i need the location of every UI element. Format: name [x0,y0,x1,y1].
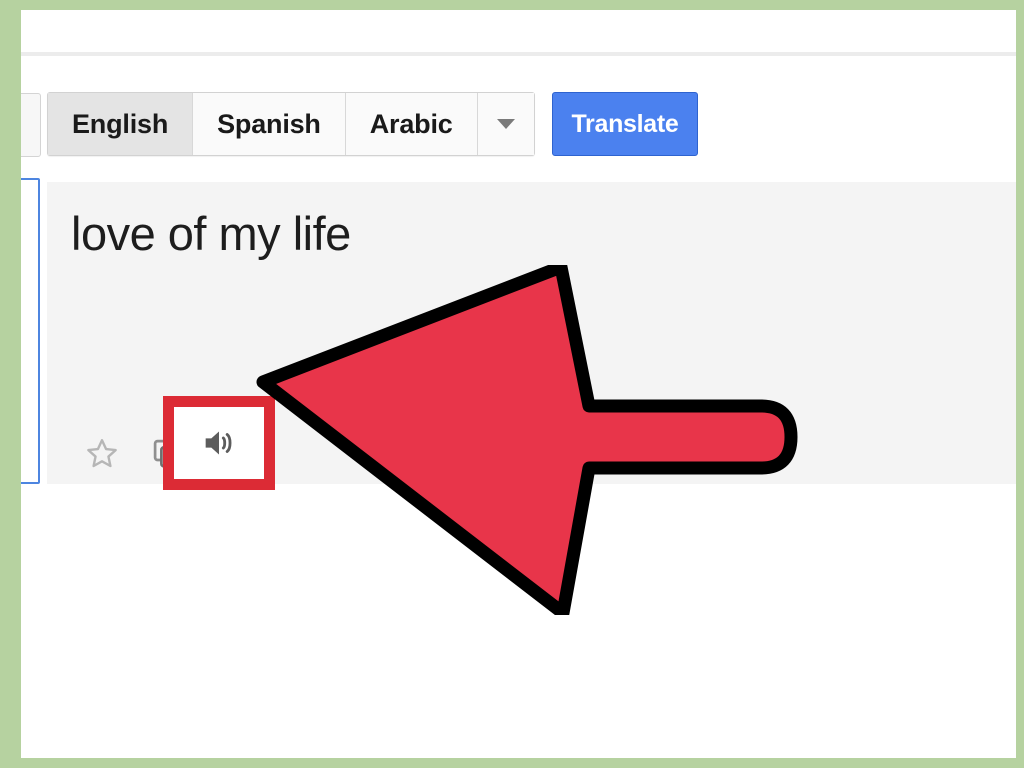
star-icon [87,439,117,468]
language-more-dropdown[interactable] [477,93,534,155]
screenshot-canvas: English Spanish Arabic Translate love of… [0,0,1024,768]
speaker-button[interactable] [174,407,264,479]
chevron-down-icon [496,119,515,129]
language-tab-english[interactable]: English [48,93,194,155]
language-tab-spanish-label: Spanish [217,108,321,139]
star-button[interactable] [69,426,135,482]
left-panel-textarea-stub[interactable] [21,178,40,484]
source-text: love of my life [71,207,351,260]
toolbar-divider [21,52,1016,56]
speaker-highlight-box [163,396,275,490]
language-tab-english-label: English [72,108,169,139]
language-tab-arabic[interactable]: Arabic [345,93,478,155]
translate-button-label: Translate [571,109,679,138]
left-panel-button-stub[interactable] [21,93,41,157]
browser-page: English Spanish Arabic Translate love of… [21,10,1016,758]
language-tab-group[interactable]: English Spanish Arabic [47,92,535,156]
language-tab-arabic-label: Arabic [369,108,453,139]
translate-button[interactable]: Translate [552,92,698,156]
top-toolbar [21,10,1016,52]
language-tab-spanish[interactable]: Spanish [193,93,346,155]
speaker-icon [205,431,232,455]
